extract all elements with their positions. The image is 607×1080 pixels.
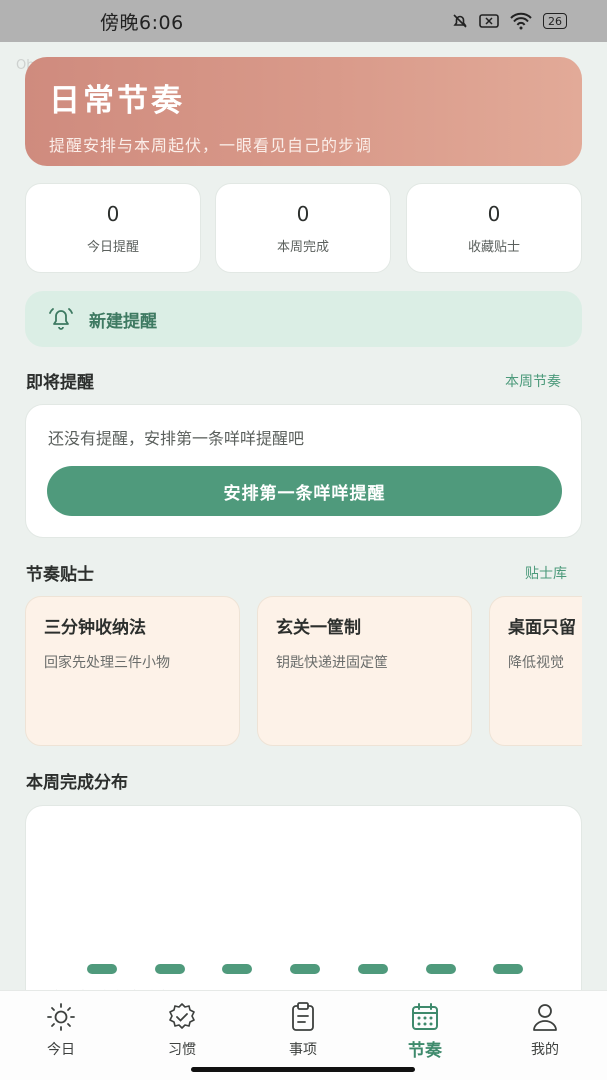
tab-today[interactable]: 今日	[26, 1001, 96, 1059]
bell-icon	[49, 308, 73, 330]
tip-title: 桌面只留	[508, 618, 576, 638]
chart-bar	[87, 964, 117, 974]
tab-label: 事项	[289, 1042, 317, 1058]
status-time: 傍晚6:06	[100, 11, 184, 34]
tab-items[interactable]: 事项	[268, 1001, 338, 1059]
tab-label: 我的	[531, 1042, 559, 1058]
person-icon	[533, 1004, 557, 1031]
calendar-icon	[412, 1003, 438, 1030]
page-title: 日常节奏	[49, 83, 185, 119]
stat-card-favorites[interactable]: 0 收藏贴士	[406, 183, 582, 273]
tips-title: 节奏贴士	[26, 565, 94, 585]
check-badge-icon	[169, 1003, 195, 1029]
tip-desc: 回家先处理三件小物	[44, 655, 170, 671]
weekly-chart: 今天也要好好生活哦	[25, 805, 582, 1005]
tab-rhythm[interactable]: 节奏	[390, 1001, 460, 1061]
empty-state-text: 还没有提醒，安排第一条咩咩提醒吧	[48, 429, 305, 448]
chart-bar	[222, 964, 253, 974]
tip-desc: 钥匙快递进固定筐	[276, 655, 388, 671]
stat-value: 0	[296, 202, 310, 226]
tab-label: 今日	[47, 1042, 75, 1058]
system-icons: 26	[451, 12, 567, 30]
chart-bar	[493, 964, 524, 974]
tip-title: 三分钟收纳法	[44, 618, 146, 638]
clipboard-icon	[292, 1002, 314, 1031]
schedule-first-reminder-button[interactable]: 安排第一条咩咩提醒	[47, 466, 562, 516]
stat-value: 0	[487, 202, 501, 226]
tip-desc: 降低视觉	[508, 655, 564, 671]
battery-indicator: 26	[543, 13, 567, 29]
stat-card-today[interactable]: 0 今日提醒	[25, 183, 201, 273]
hero-banner: 日常节奏 提醒安排与本周起伏，一眼看见自己的步调	[25, 57, 582, 166]
tab-label: 习惯	[168, 1042, 196, 1058]
new-reminder-label: 新建提醒	[89, 311, 157, 332]
wifi-icon	[510, 12, 532, 30]
tab-me[interactable]: 我的	[510, 1001, 580, 1059]
home-indicator	[191, 1067, 415, 1072]
tab-label: 节奏	[408, 1041, 442, 1061]
tip-card[interactable]: 桌面只留 降低视觉	[489, 596, 582, 746]
stat-label: 收藏贴士	[467, 240, 520, 255]
new-reminder-button[interactable]: 新建提醒	[25, 291, 582, 347]
chart-bar	[357, 964, 388, 974]
sim-icon	[479, 14, 499, 28]
weekly-rhythm-link[interactable]: 本周节奏	[505, 371, 561, 391]
tips-carousel[interactable]: 三分钟收纳法 回家先处理三件小物 玄关一筐制 钥匙快递进固定筐 桌面只留 降低视…	[25, 596, 582, 746]
hero-subtitle: 提醒安排与本周起伏，一眼看见自己的步调	[49, 136, 373, 155]
tab-habits[interactable]: 习惯	[147, 1001, 217, 1059]
chart-bar	[154, 964, 185, 974]
status-bar: 傍晚6:06 26	[0, 0, 607, 42]
chart-bar	[425, 964, 456, 974]
stats-row: 0 今日提醒 0 本周完成 0 收藏贴士	[25, 183, 582, 273]
tip-card[interactable]: 三分钟收纳法 回家先处理三件小物	[25, 596, 240, 746]
upcoming-title: 即将提醒	[26, 373, 94, 393]
mute-bell-icon	[453, 14, 467, 28]
tips-library-link[interactable]: 贴士库	[525, 563, 567, 583]
tip-card[interactable]: 玄关一筐制 钥匙快递进固定筐	[257, 596, 472, 746]
stat-label: 本周完成	[276, 240, 329, 255]
tip-title: 玄关一筐制	[276, 618, 361, 638]
sun-icon	[47, 1003, 75, 1031]
stat-value: 0	[106, 202, 120, 226]
weekly-title: 本周完成分布	[26, 773, 128, 793]
stat-card-week[interactable]: 0 本周完成	[215, 183, 391, 273]
chart-bar	[290, 964, 321, 974]
stat-label: 今日提醒	[86, 240, 139, 255]
upcoming-card: 还没有提醒，安排第一条咩咩提醒吧 安排第一条咩咩提醒	[25, 404, 582, 538]
